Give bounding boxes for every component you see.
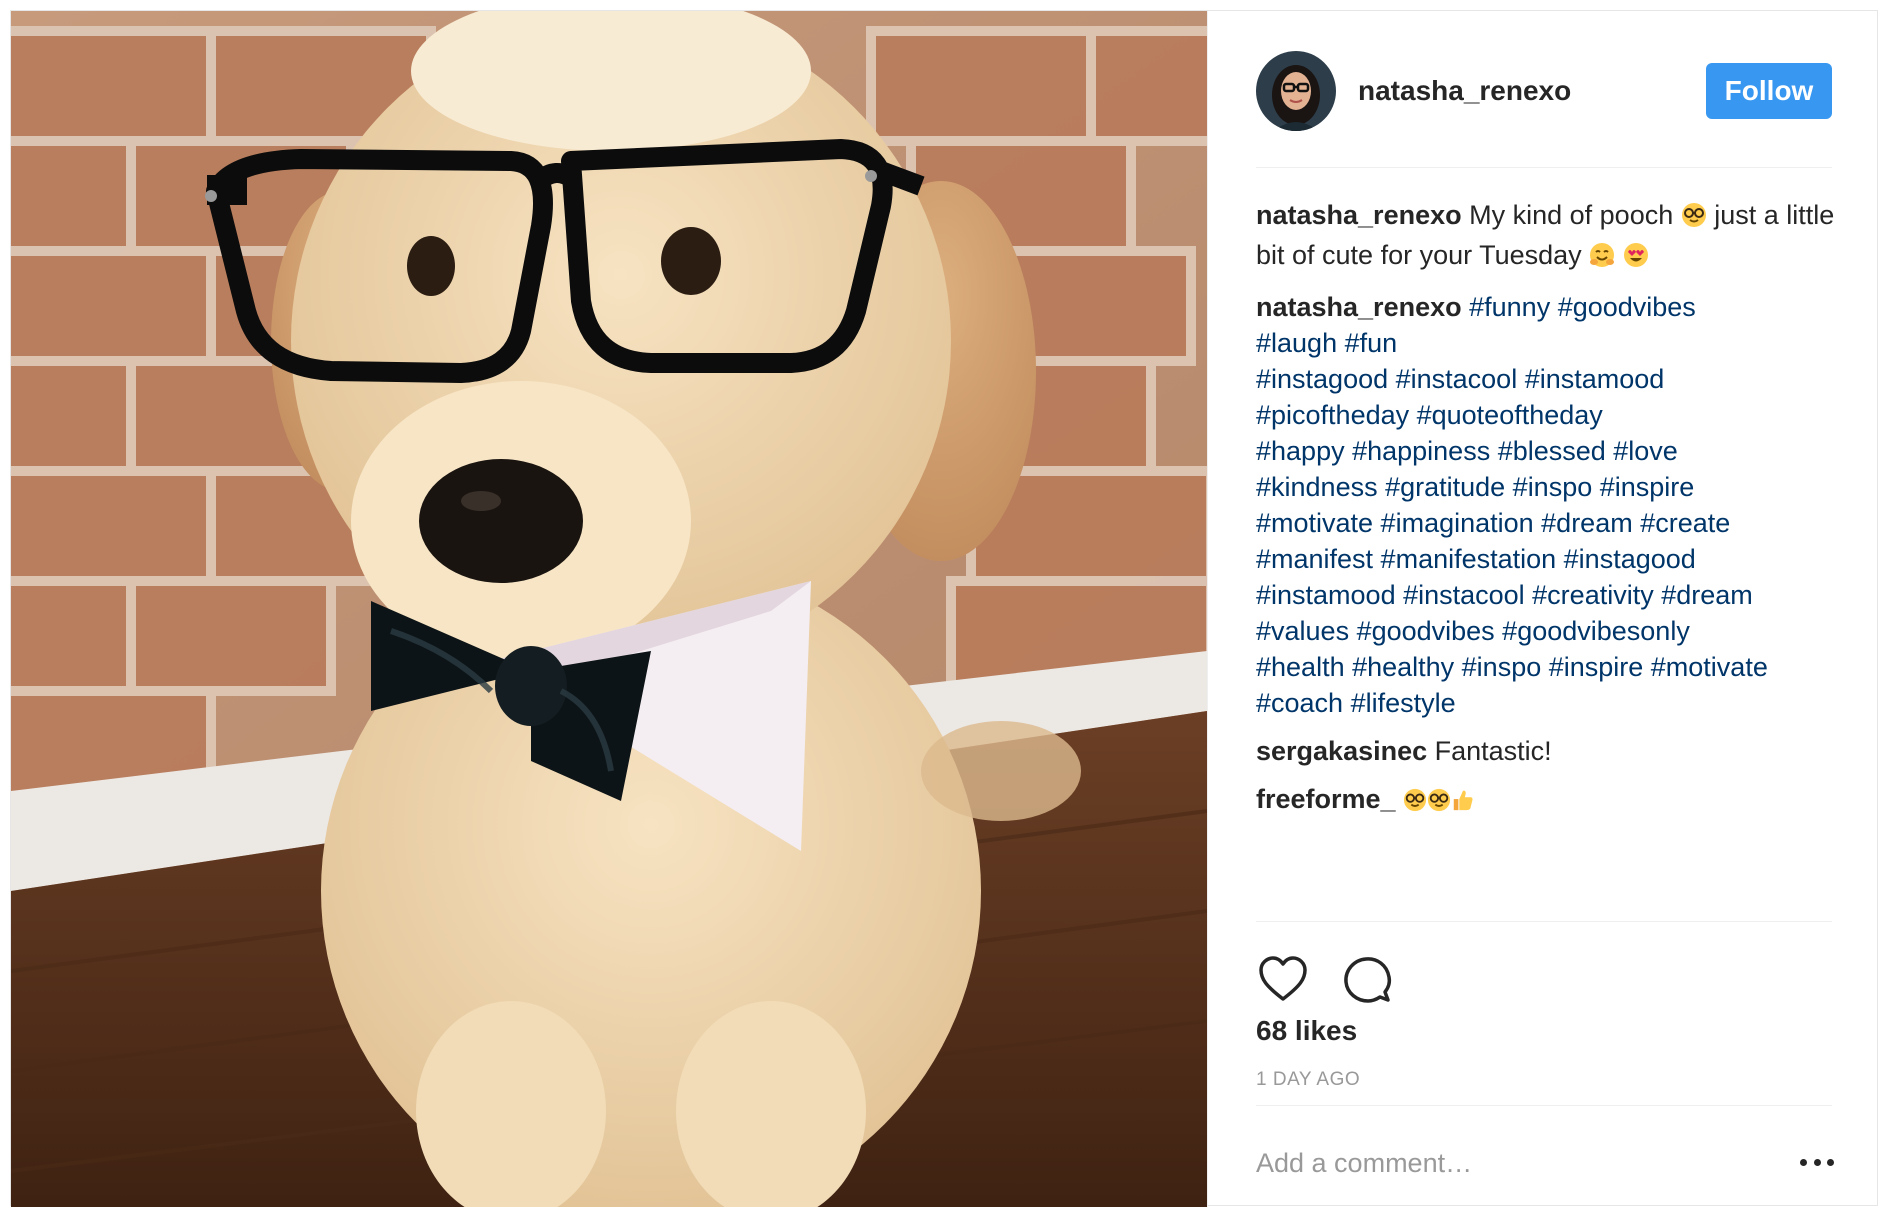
puppy-photo-illustration xyxy=(11,11,1207,1207)
actions-divider xyxy=(1256,921,1832,922)
comment-item: freeforme_ xyxy=(1256,781,1836,821)
comment-item: sergakasinec Fantastic! xyxy=(1256,733,1836,769)
hashtag-line[interactable]: #health #healthy #inspo #inspire #motiva… xyxy=(1256,649,1836,685)
comment-username[interactable]: sergakasinec xyxy=(1256,736,1427,766)
comment-username[interactable]: freeforme_ xyxy=(1256,784,1396,814)
nerd-face-emoji xyxy=(1403,785,1427,821)
hashtag-line[interactable]: #laugh #fun xyxy=(1256,325,1836,361)
hugging-face-emoji xyxy=(1589,241,1615,277)
hashtag-line[interactable]: #instagood #instacool #instamood xyxy=(1256,361,1836,397)
hashtag-line[interactable]: #funny #goodvibes xyxy=(1469,292,1696,322)
hashtag-line[interactable]: #kindness #gratitude #inspo #inspire xyxy=(1256,469,1836,505)
nerd-face-emoji xyxy=(1427,785,1451,821)
header-username[interactable]: natasha_renexo xyxy=(1358,75,1571,107)
comment-username[interactable]: natasha_renexo xyxy=(1256,200,1462,230)
profile-photo xyxy=(1256,51,1336,131)
more-options-icon[interactable] xyxy=(1800,1147,1834,1177)
hashtag-line[interactable]: #manifest #manifestation #instagood xyxy=(1256,541,1836,577)
post-actions xyxy=(1256,953,1424,1007)
post-photo[interactable] xyxy=(11,11,1207,1207)
comment-username[interactable]: natasha_renexo xyxy=(1256,292,1462,322)
thumbs-up-emoji xyxy=(1451,785,1475,821)
comment-text: Fantastic! xyxy=(1434,736,1552,766)
hashtag-line[interactable]: #values #goodvibes #goodvibesonly xyxy=(1256,613,1836,649)
hashtag-line[interactable]: #coach #lifestyle xyxy=(1256,685,1836,721)
hashtag-line[interactable]: #happy #happiness #blessed #love xyxy=(1256,433,1836,469)
likes-count[interactable]: 68 likes xyxy=(1256,1015,1357,1047)
caption-comment: natasha_renexo My kind of pooch just a l… xyxy=(1256,197,1836,277)
hashtag-comment: natasha_renexo #funny #goodvibes #laugh … xyxy=(1256,289,1836,721)
post-timestamp[interactable]: 1 DAY AGO xyxy=(1256,1069,1360,1091)
post-side-pane: natasha_renexo Follow natasha_renexo My … xyxy=(1207,11,1879,1207)
follow-button[interactable]: Follow xyxy=(1706,63,1832,119)
comment-icon[interactable] xyxy=(1340,953,1394,1007)
header-divider xyxy=(1256,167,1832,168)
caption-text-part-1: My kind of pooch xyxy=(1469,200,1674,230)
comment-divider xyxy=(1256,1105,1832,1106)
avatar[interactable] xyxy=(1256,51,1336,131)
heart-eyes-emoji xyxy=(1623,241,1649,277)
hashtag-line[interactable]: #instamood #instacool #creativity #dream xyxy=(1256,577,1836,613)
comments-list: natasha_renexo My kind of pooch just a l… xyxy=(1256,197,1836,833)
post-card: natasha_renexo Follow natasha_renexo My … xyxy=(10,10,1879,1207)
hashtag-line[interactable]: #picoftheday #quoteoftheday xyxy=(1256,397,1836,433)
heart-icon[interactable] xyxy=(1256,953,1310,1007)
nerd-face-emoji xyxy=(1681,201,1707,237)
hashtag-line[interactable]: #motivate #imagination #dream #create xyxy=(1256,505,1836,541)
add-comment-input[interactable] xyxy=(1256,1141,1756,1185)
post-header: natasha_renexo Follow xyxy=(1256,49,1832,133)
